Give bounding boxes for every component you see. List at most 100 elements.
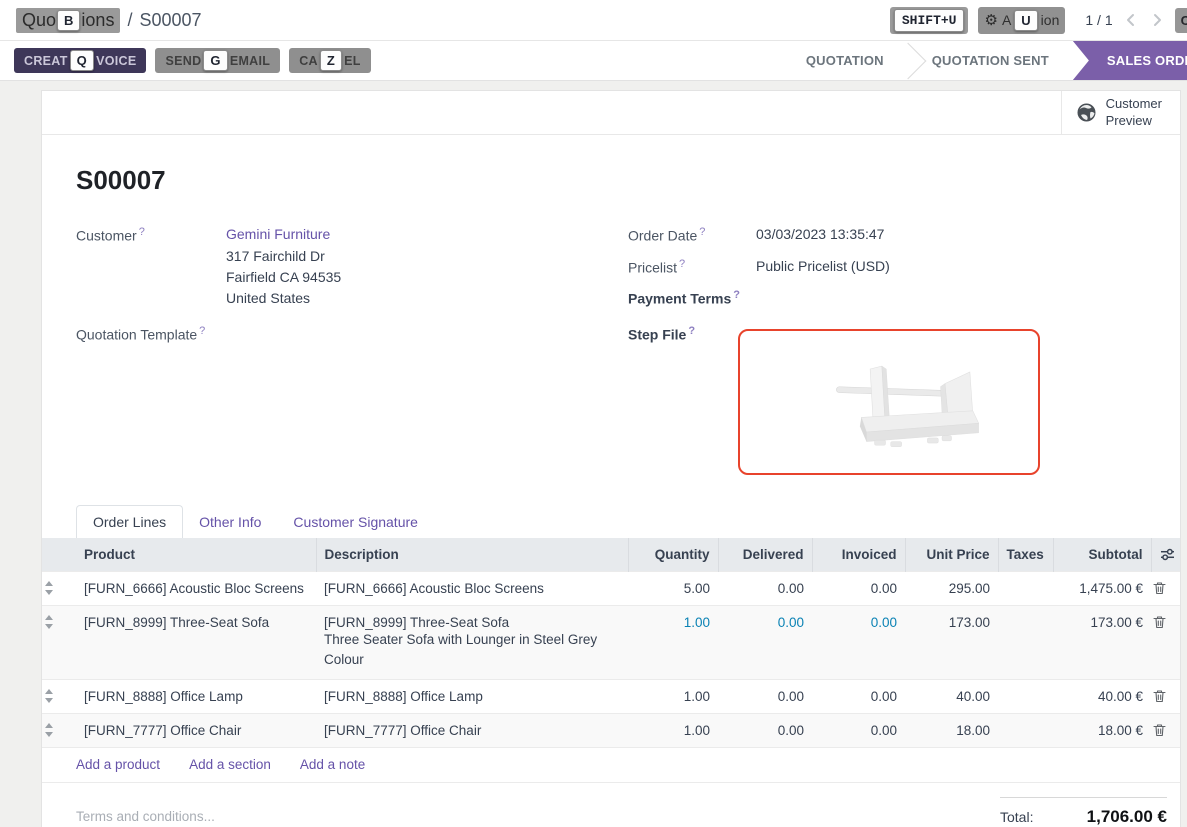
cell-description[interactable]: [FURN_7777] Office Chair — [316, 713, 628, 747]
add-note-link[interactable]: Add a note — [300, 757, 365, 772]
cell-invoiced[interactable]: 0.00 — [812, 679, 905, 713]
status-step-sales-order[interactable]: SALES ORDER — [1073, 41, 1187, 80]
table-row: [FURN_8888] Office Lamp [FURN_8888] Offi… — [42, 679, 1180, 713]
topbar-actions: SHIFT+U ⚙ A U ion 1 / 1 C — [890, 7, 1187, 34]
cell-delivered[interactable]: 0.00 — [718, 713, 812, 747]
status-bar: QUOTATION QUOTATION SENT SALES ORDER — [782, 41, 1187, 80]
cell-quantity[interactable]: 5.00 — [628, 571, 718, 605]
tab-order-lines[interactable]: Order Lines — [76, 505, 183, 538]
cell-invoiced[interactable]: 0.00 — [812, 605, 905, 679]
description-line-1: [FURN_8999] Three-Seat Sofa — [324, 615, 620, 630]
address-line-1: 317 Fairchild Dr — [226, 246, 341, 267]
pager-previous-button[interactable] — [1123, 12, 1139, 28]
column-header-subtotal[interactable]: Subtotal — [1053, 538, 1151, 572]
field-pricelist: Pricelist? Public Pricelist (USD) — [628, 258, 1146, 276]
status-step-quotation[interactable]: QUOTATION — [782, 41, 908, 80]
cell-taxes[interactable] — [998, 713, 1053, 747]
customer-label: Customer? — [76, 226, 226, 309]
cell-taxes[interactable] — [998, 571, 1053, 605]
step-file-image-highlighted[interactable] — [738, 329, 1040, 475]
field-customer: Customer? Gemini Furniture 317 Fairchild… — [76, 226, 628, 309]
customer-value: Gemini Furniture 317 Fairchild Dr Fairfi… — [226, 226, 341, 309]
column-header-quantity[interactable]: Quantity — [628, 538, 718, 572]
cell-unit-price[interactable]: 40.00 — [905, 679, 998, 713]
pager-next-button[interactable] — [1149, 12, 1165, 28]
cell-unit-price[interactable]: 173.00 — [905, 605, 998, 679]
step-file-value — [756, 325, 1040, 475]
cell-taxes[interactable] — [998, 679, 1053, 713]
cell-invoiced[interactable]: 0.00 — [812, 571, 905, 605]
delete-row-button[interactable] — [1151, 679, 1180, 713]
action-label-post: ion — [1041, 12, 1060, 28]
column-header-delivered[interactable]: Delivered — [718, 538, 812, 572]
customer-link[interactable]: Gemini Furniture — [226, 226, 330, 242]
terms-and-conditions-input[interactable]: Terms and conditions... — [76, 809, 215, 827]
sheet-footer: Terms and conditions... Total: 1,706.00 … — [42, 782, 1180, 827]
cell-invoiced[interactable]: 0.00 — [812, 713, 905, 747]
cell-description[interactable]: [FURN_8999] Three-Seat Sofa Three Seater… — [316, 605, 628, 679]
pricelist-label-text: Pricelist — [628, 259, 677, 275]
column-header-invoiced[interactable]: Invoiced — [812, 538, 905, 572]
breadcrumb-parent-text-pre: Quo — [22, 10, 56, 31]
cell-delivered[interactable]: 0.00 — [718, 571, 812, 605]
shortcut-button[interactable]: SHIFT+U — [890, 7, 969, 34]
add-section-link[interactable]: Add a section — [189, 757, 271, 772]
spacer-cell — [42, 747, 76, 782]
cell-delivered[interactable]: 0.00 — [718, 605, 812, 679]
order-date-label-text: Order Date — [628, 228, 697, 244]
column-header-description[interactable]: Description — [316, 538, 628, 572]
customer-preview-button[interactable]: Customer Preview — [1061, 91, 1180, 134]
step-file-label: Step File? — [628, 325, 756, 475]
drag-handle-icon — [44, 689, 54, 703]
cell-delivered[interactable]: 0.00 — [718, 679, 812, 713]
status-step-quotation-sent[interactable]: QUOTATION SENT — [908, 41, 1073, 80]
cell-quantity[interactable]: 1.00 — [628, 679, 718, 713]
create-invoice-button[interactable]: CREAT Q VOICE — [14, 48, 146, 73]
footer-links-cell: Add a product Add a section Add a note — [76, 747, 1180, 782]
delete-row-button[interactable] — [1151, 713, 1180, 747]
cancel-button[interactable]: CA Z EL — [289, 48, 370, 73]
drag-handle-icon — [44, 581, 54, 595]
cell-subtotal: 18.00 € — [1053, 713, 1151, 747]
send-email-button[interactable]: SEND G EMAIL — [155, 48, 280, 73]
chevron-left-icon — [1123, 12, 1139, 28]
address-line-3: United States — [226, 288, 341, 309]
cell-description[interactable]: [FURN_6666] Acoustic Bloc Screens — [316, 571, 628, 605]
trash-icon — [1153, 581, 1166, 595]
trash-icon — [1153, 615, 1166, 629]
hotkey-hint-breadcrumb: B — [57, 10, 80, 31]
column-header-unit-price[interactable]: Unit Price — [905, 538, 998, 572]
cell-product[interactable]: [FURN_6666] Acoustic Bloc Screens — [76, 571, 316, 605]
totals-block: Total: 1,706.00 € — [1000, 797, 1167, 827]
pricelist-value[interactable]: Public Pricelist (USD) — [756, 258, 890, 276]
order-date-value[interactable]: 03/03/2023 13:35:47 — [756, 226, 884, 244]
column-header-taxes[interactable]: Taxes — [998, 538, 1053, 572]
cell-product[interactable]: [FURN_8999] Three-Seat Sofa — [76, 605, 316, 679]
action-menu-button[interactable]: ⚙ A U ion — [978, 7, 1065, 34]
cell-unit-price[interactable]: 295.00 — [905, 571, 998, 605]
cell-product[interactable]: [FURN_7777] Office Chair — [76, 713, 316, 747]
customer-preview-line1: Customer — [1106, 96, 1162, 111]
add-product-link[interactable]: Add a product — [76, 757, 160, 772]
clipped-edge-button[interactable]: C — [1175, 8, 1187, 33]
cell-product[interactable]: [FURN_8888] Office Lamp — [76, 679, 316, 713]
cell-taxes[interactable] — [998, 605, 1053, 679]
delete-row-button[interactable] — [1151, 605, 1180, 679]
optional-columns-header[interactable] — [1151, 538, 1180, 572]
drag-handle[interactable] — [42, 679, 76, 713]
pager-value: 1 / 1 — [1085, 12, 1112, 28]
tab-customer-signature[interactable]: Customer Signature — [277, 506, 434, 538]
cell-description[interactable]: [FURN_8888] Office Lamp — [316, 679, 628, 713]
cell-quantity[interactable]: 1.00 — [628, 605, 718, 679]
drag-handle[interactable] — [42, 713, 76, 747]
column-header-product[interactable]: Product — [76, 538, 316, 572]
cell-quantity[interactable]: 1.00 — [628, 713, 718, 747]
drag-handle[interactable] — [42, 571, 76, 605]
cell-subtotal: 173.00 € — [1053, 605, 1151, 679]
breadcrumb-parent-quotations[interactable]: Quo B ions — [16, 8, 120, 33]
drag-handle[interactable] — [42, 605, 76, 679]
delete-row-button[interactable] — [1151, 571, 1180, 605]
tab-other-info[interactable]: Other Info — [183, 506, 277, 538]
cell-unit-price[interactable]: 18.00 — [905, 713, 998, 747]
help-marker: ? — [733, 289, 740, 301]
